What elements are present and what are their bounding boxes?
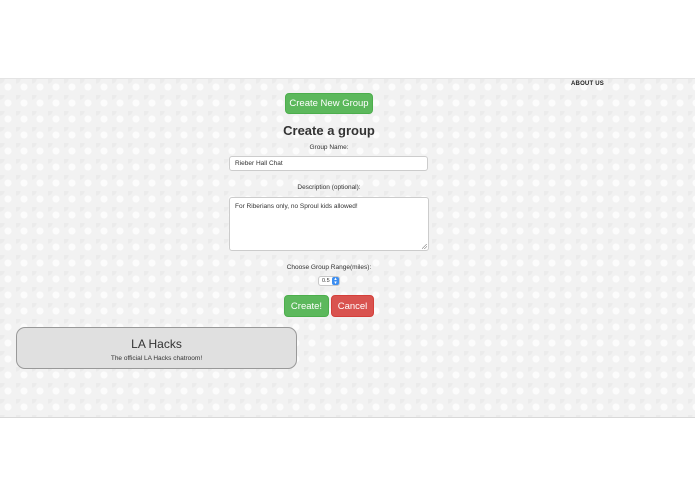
group-card-name: LA Hacks bbox=[131, 337, 182, 351]
select-stepper-icon: ▴ ▾ bbox=[332, 277, 339, 286]
group-range-select[interactable]: 0.5 ▴ ▾ bbox=[318, 276, 340, 286]
group-name-label: Group Name: bbox=[309, 144, 349, 151]
description-label: Description (optional): bbox=[297, 184, 361, 191]
create-new-group-button[interactable]: Create New Group bbox=[285, 93, 373, 114]
app-content: ABOUT US Create New Group Create a group… bbox=[0, 78, 695, 418]
cancel-button[interactable]: Cancel bbox=[331, 295, 374, 317]
form-title: Create a group bbox=[283, 123, 375, 138]
group-card-description: The official LA Hacks chatroom! bbox=[110, 355, 203, 362]
create-button[interactable]: Create! bbox=[284, 295, 329, 317]
description-textarea[interactable]: For Riberians only, no Sproul kids allow… bbox=[229, 197, 429, 251]
group-name-input[interactable] bbox=[229, 156, 428, 171]
description-text: For Riberians only, no Sproul kids allow… bbox=[235, 203, 358, 210]
about-us-link[interactable]: ABOUT US bbox=[571, 81, 604, 87]
group-range-label: Choose Group Range(miles): bbox=[286, 264, 372, 271]
group-card[interactable]: LA Hacks The official LA Hacks chatroom! bbox=[16, 327, 297, 369]
group-range-value: 0.5 bbox=[322, 278, 330, 284]
resize-handle-icon[interactable] bbox=[422, 244, 427, 249]
